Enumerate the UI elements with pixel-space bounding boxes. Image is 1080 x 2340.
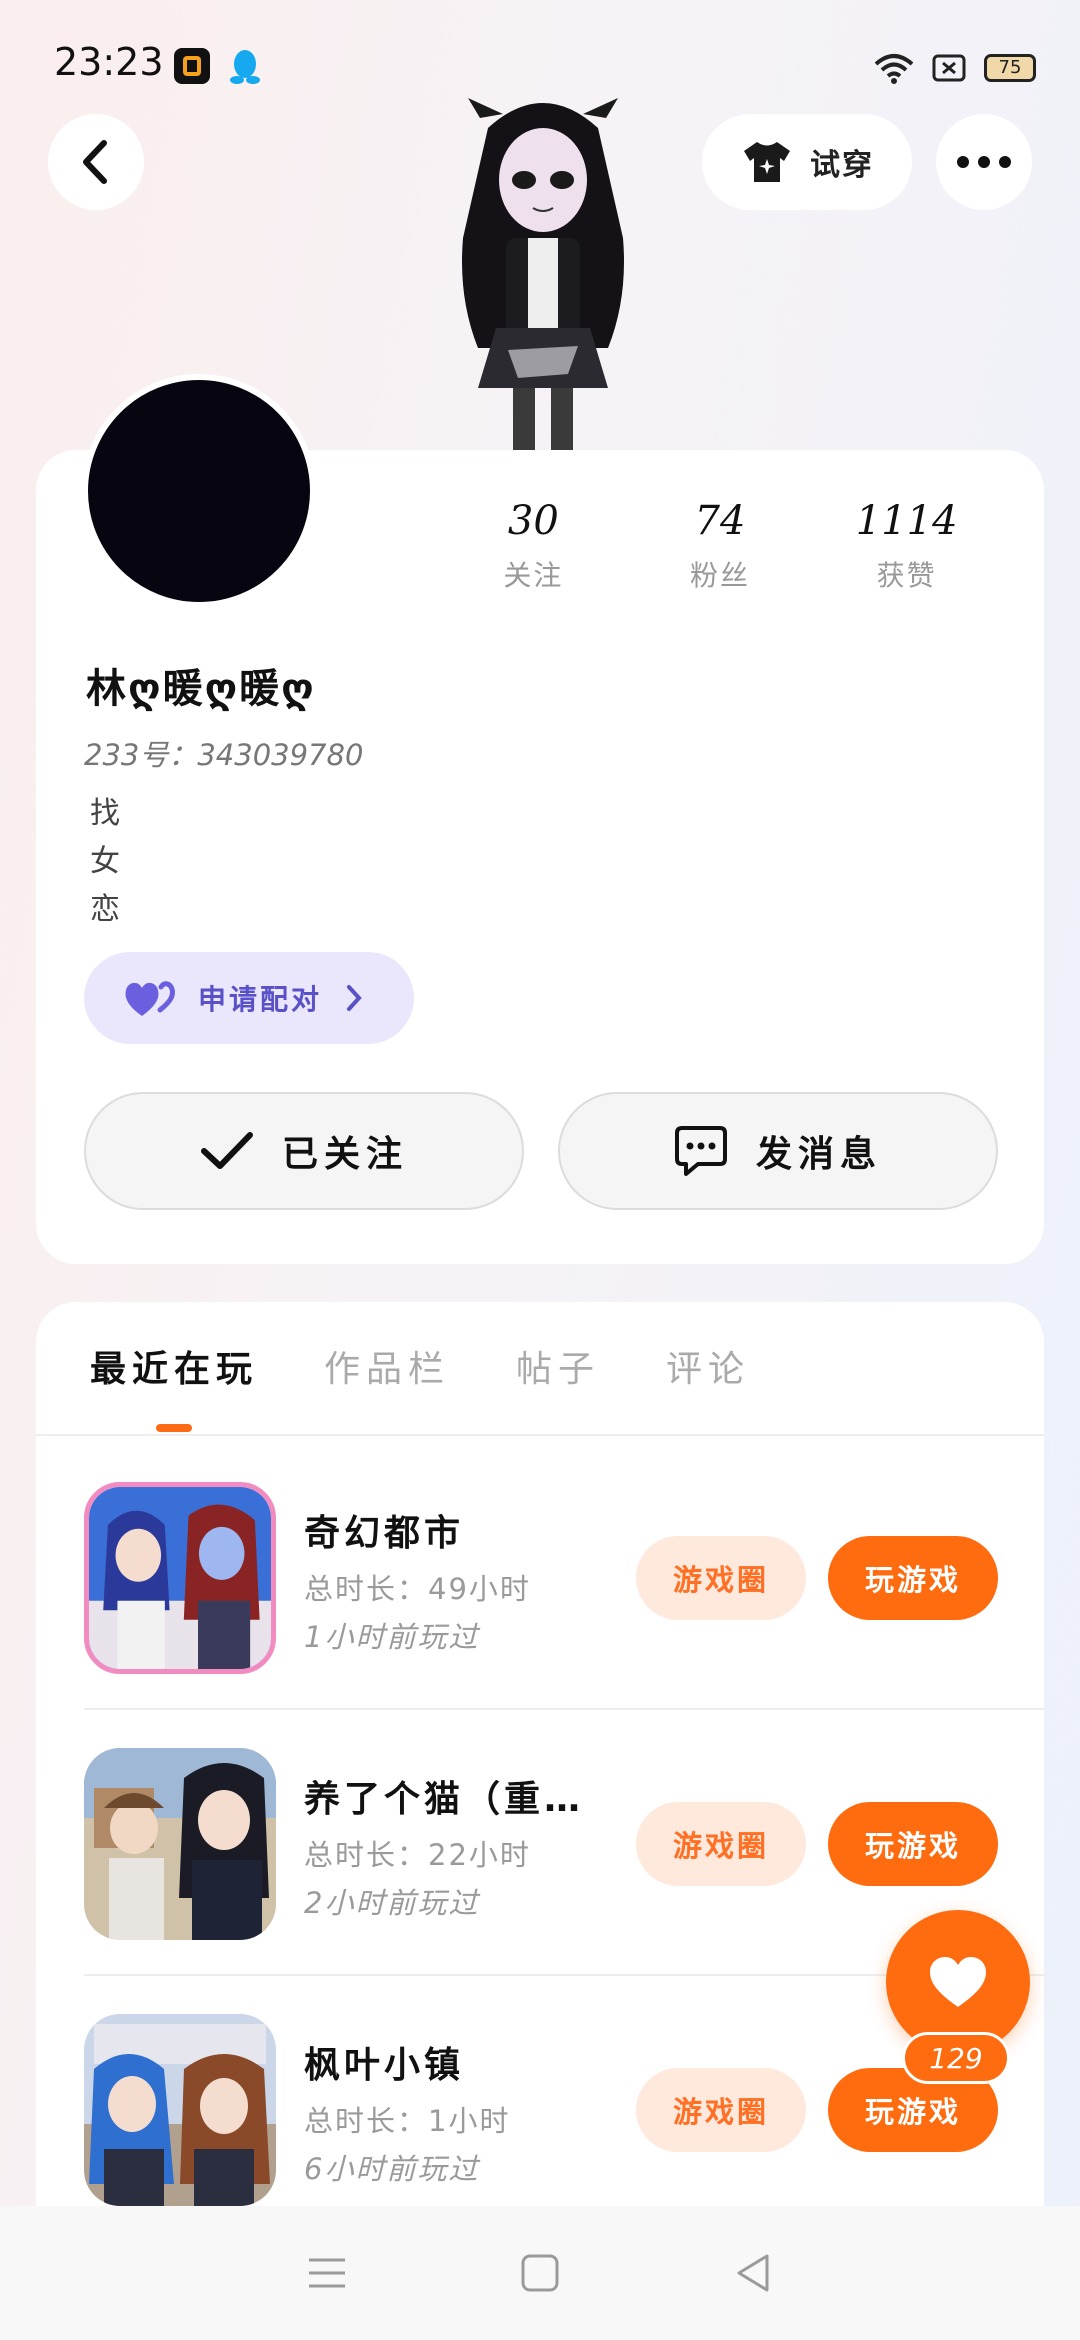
stat-value: 1114 xyxy=(855,498,958,544)
bio-line: 恋 xyxy=(90,892,120,927)
followed-button[interactable]: 已关注 xyxy=(84,1092,524,1210)
game-duration: 总时长：49小时 xyxy=(304,1572,531,1606)
user-nickname: 林ღ暖ღ暖ღ xyxy=(86,666,316,712)
notification-app-icon xyxy=(174,48,210,84)
try-on-button[interactable]: 试穿 xyxy=(702,114,912,210)
tab-recently-played[interactable]: 最近在玩 xyxy=(90,1340,258,1392)
user-id[interactable]: 233号：343039780 xyxy=(84,732,363,774)
row-divider xyxy=(84,1708,1044,1710)
heart-icon xyxy=(930,1957,986,2007)
stat-value: 30 xyxy=(507,498,559,544)
game-circle-button[interactable]: 游戏圈 xyxy=(636,1802,806,1886)
stat-following[interactable]: 30 关注 xyxy=(440,498,627,594)
game-title: 枫叶小镇 xyxy=(304,2045,465,2086)
more-options-button[interactable] xyxy=(936,114,1032,210)
profile-stats: 30 关注 74 粉丝 1114 获赞 xyxy=(440,498,1000,594)
active-tab-indicator xyxy=(156,1424,192,1432)
tab-comments[interactable]: 评论 xyxy=(666,1340,750,1392)
game-duration: 总时长：22小时 xyxy=(304,1838,531,1872)
followed-label: 已关注 xyxy=(281,1134,408,1175)
system-navigation-bar xyxy=(0,2206,1080,2340)
user-bio: 找 女 恋 xyxy=(90,790,130,934)
profile-avatar[interactable] xyxy=(82,374,316,608)
apply-pair-button[interactable]: 申请配对 xyxy=(84,952,414,1044)
game-title: 养了个猫（重… xyxy=(304,1779,585,1820)
chevron-right-icon xyxy=(347,985,362,1011)
home-icon[interactable] xyxy=(520,2253,560,2293)
stat-fans[interactable]: 74 粉丝 xyxy=(627,498,814,594)
stat-label: 粉丝 xyxy=(690,559,751,592)
back-triangle-icon[interactable] xyxy=(733,2252,773,2294)
stat-label: 获赞 xyxy=(876,559,937,592)
game-icon-maple-town[interactable] xyxy=(84,2014,276,2206)
message-bubble-icon xyxy=(674,1126,727,1176)
game-icon-raise-a-cat[interactable] xyxy=(84,1748,276,1940)
game-row[interactable]: 奇幻都市 总时长：49小时 1小时前玩过 游戏圈 玩游戏 xyxy=(84,1482,1044,1748)
send-message-label: 发消息 xyxy=(755,1134,882,1175)
send-message-button[interactable]: 发消息 xyxy=(558,1092,998,1210)
stat-label: 关注 xyxy=(503,559,564,592)
tab-works[interactable]: 作品栏 xyxy=(324,1340,450,1392)
game-last-played: 2小时前玩过 xyxy=(304,1886,480,1920)
more-dots-icon xyxy=(957,156,1011,168)
wifi-icon xyxy=(874,54,914,84)
play-game-button[interactable]: 玩游戏 xyxy=(828,1802,998,1886)
status-time: 23:23 xyxy=(54,40,164,84)
status-icons: 75 xyxy=(874,48,1036,88)
game-circle-button[interactable]: 游戏圈 xyxy=(636,2068,806,2152)
tab-divider xyxy=(36,1434,1044,1436)
bio-line: 女 xyxy=(90,844,120,879)
game-title: 奇幻都市 xyxy=(304,1513,465,1554)
tshirt-icon xyxy=(744,142,790,182)
stat-likes[interactable]: 1114 获赞 xyxy=(813,498,1000,594)
like-count-badge: 129 xyxy=(902,2032,1010,2084)
try-on-label: 试穿 xyxy=(810,148,874,183)
play-game-button[interactable]: 玩游戏 xyxy=(828,1536,998,1620)
profile-tabs: 最近在玩 作品栏 帖子 评论 xyxy=(90,1340,750,1392)
qq-penguin-icon xyxy=(230,50,260,84)
apply-pair-label: 申请配对 xyxy=(198,983,323,1016)
avatar-figure[interactable] xyxy=(418,88,668,450)
battery-indicator: 75 xyxy=(984,54,1036,82)
menu-icon[interactable] xyxy=(307,2256,347,2290)
back-button[interactable] xyxy=(48,114,144,210)
tab-posts[interactable]: 帖子 xyxy=(516,1340,600,1392)
game-circle-button[interactable]: 游戏圈 xyxy=(636,1536,806,1620)
sim-error-icon xyxy=(932,54,966,82)
game-last-played: 1小时前玩过 xyxy=(304,1620,480,1654)
stat-value: 74 xyxy=(694,498,746,544)
game-icon-fantasy-city[interactable] xyxy=(84,1482,276,1674)
back-arrow-icon xyxy=(83,140,107,184)
game-last-played: 6小时前玩过 xyxy=(304,2152,480,2186)
bio-line: 找 xyxy=(90,796,120,831)
double-heart-icon xyxy=(125,981,175,1016)
checkmark-icon xyxy=(200,1132,253,1169)
game-duration: 总时长：1小时 xyxy=(304,2104,511,2138)
